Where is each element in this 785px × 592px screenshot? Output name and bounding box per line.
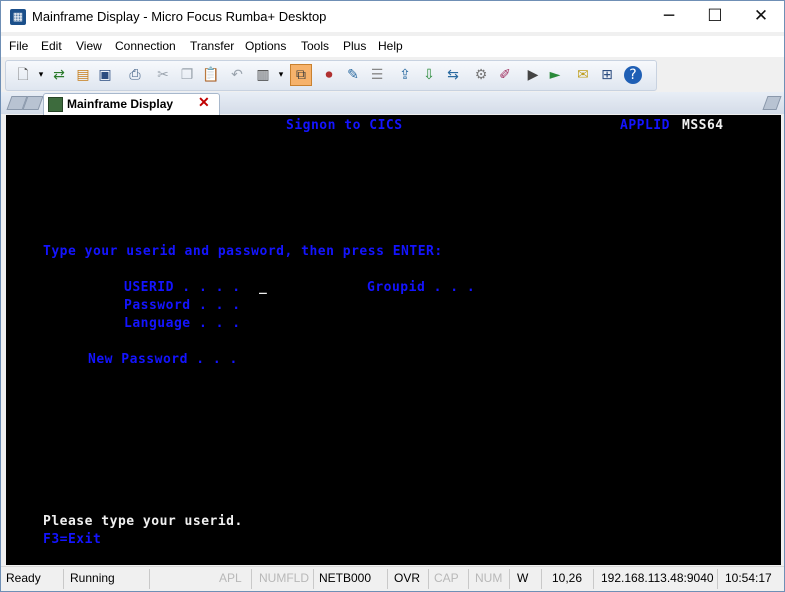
applid-label: APPLID: [620, 118, 670, 133]
print-icon[interactable]: ⎙: [126, 66, 144, 84]
status-cap: CAP: [434, 571, 459, 585]
receive-file-icon[interactable]: ⇩: [420, 66, 438, 84]
menu-options[interactable]: Options: [245, 39, 286, 53]
screen-title: Signon to CICS: [286, 118, 403, 133]
menu-view[interactable]: View: [76, 39, 102, 53]
toolbar: 🗋 ▾ ⇄ ▤ ▣ ⎙ ✂ ❐ 📋 ↶ ▥ ▾ ⧉ ⏺ ✎ ☰ ⇪ ⇩ ⇆ ⚙ …: [5, 60, 657, 91]
status-apl: APL: [219, 571, 242, 585]
status-ovr: OVR: [394, 571, 421, 585]
settings-icon[interactable]: ⚙: [472, 66, 490, 84]
applid-value: MSS64: [682, 118, 724, 133]
groupid-label: Groupid . . .: [367, 280, 476, 295]
network-icon[interactable]: ⊞: [598, 66, 616, 84]
status-message: Please type your userid.: [43, 514, 243, 529]
save-icon[interactable]: ▣: [96, 66, 114, 84]
signon-instruction: Type your userid and password, then pres…: [43, 244, 443, 259]
tab-scroll-right-icon[interactable]: [22, 96, 44, 110]
status-running: Running: [70, 571, 115, 585]
password-label: Password . . .: [124, 298, 241, 313]
play-icon[interactable]: ►: [546, 66, 564, 84]
minimize-button[interactable]: ─: [646, 1, 692, 32]
record-macro-icon[interactable]: ⏺: [320, 66, 338, 84]
macro-list-icon[interactable]: ☰: [368, 66, 386, 84]
run-macro-icon[interactable]: ▶: [524, 66, 542, 84]
tab-strip: Mainframe Display ✕: [1, 92, 784, 115]
tab-mainframe-display[interactable]: Mainframe Display ✕: [43, 93, 220, 115]
new-session-icon[interactable]: 🗋: [14, 66, 32, 84]
layout-icon[interactable]: ▥: [254, 66, 272, 84]
menu-plus[interactable]: Plus: [343, 39, 366, 53]
new-password-label: New Password . . .: [88, 352, 238, 367]
rumba-app-icon[interactable]: ▦: [10, 9, 26, 25]
close-button[interactable]: ✕: [738, 1, 784, 32]
application-window: ▦ Mainframe Display - Micro Focus Rumba+…: [0, 0, 785, 592]
chevron-down-icon[interactable]: ▾: [272, 66, 290, 84]
keyboard-map-icon[interactable]: ✐: [496, 66, 514, 84]
transfer-icon[interactable]: ⇆: [444, 66, 462, 84]
notes-icon[interactable]: ✉: [574, 66, 592, 84]
connect-icon[interactable]: ⇄: [50, 66, 68, 84]
menu-transfer[interactable]: Transfer: [190, 39, 234, 53]
tab-label: Mainframe Display: [67, 97, 174, 111]
send-file-icon[interactable]: ⇪: [396, 66, 414, 84]
terminal-screen[interactable]: Signon to CICS APPLID MSS64 Type your us…: [6, 115, 781, 565]
window-title: Mainframe Display - Micro Focus Rumba+ D…: [32, 9, 327, 24]
status-cursor-position: 10,26: [552, 571, 583, 585]
status-numfld: NUMFLD: [259, 571, 309, 585]
paste-icon[interactable]: 📋: [202, 66, 220, 84]
toggle-view-icon[interactable]: ⧉: [290, 64, 312, 86]
terminal-icon: [48, 97, 63, 112]
pf-key-hint: F3=Exit: [43, 532, 102, 547]
menu-tools[interactable]: Tools: [301, 39, 329, 53]
menu-file[interactable]: File: [9, 39, 28, 53]
status-ready: Ready: [6, 571, 41, 585]
chevron-down-icon[interactable]: ▾: [32, 66, 50, 84]
menu-help[interactable]: Help: [378, 39, 403, 53]
status-time: 10:54:17: [725, 571, 772, 585]
edit-macro-icon[interactable]: ✎: [344, 66, 362, 84]
menu-edit[interactable]: Edit: [41, 39, 62, 53]
menu-connection[interactable]: Connection: [115, 39, 176, 53]
maximize-button[interactable]: ☐: [692, 1, 738, 32]
tab-list-icon[interactable]: [762, 96, 782, 110]
open-icon[interactable]: ▤: [74, 66, 92, 84]
status-host: 192.168.113.48:9040: [601, 571, 714, 585]
copy-icon[interactable]: ❐: [178, 66, 196, 84]
status-num: NUM: [475, 571, 503, 585]
language-label: Language . . .: [124, 316, 241, 331]
status-bar: Ready Running APL NUMFLD NETB000 OVR CAP…: [1, 566, 784, 591]
title-bar: ▦ Mainframe Display - Micro Focus Rumba+…: [1, 1, 784, 32]
menu-bar: File Edit View Connection Transfer Optio…: [1, 36, 784, 57]
close-tab-icon[interactable]: ✕: [198, 94, 210, 111]
userid-input[interactable]: _: [259, 280, 267, 295]
status-mode: W: [517, 571, 529, 585]
help-icon[interactable]: ?: [624, 66, 642, 84]
undo-icon[interactable]: ↶: [228, 66, 246, 84]
cut-icon[interactable]: ✂: [154, 66, 172, 84]
status-device: NETB000: [319, 571, 372, 585]
userid-label: USERID . . . .: [124, 280, 241, 295]
